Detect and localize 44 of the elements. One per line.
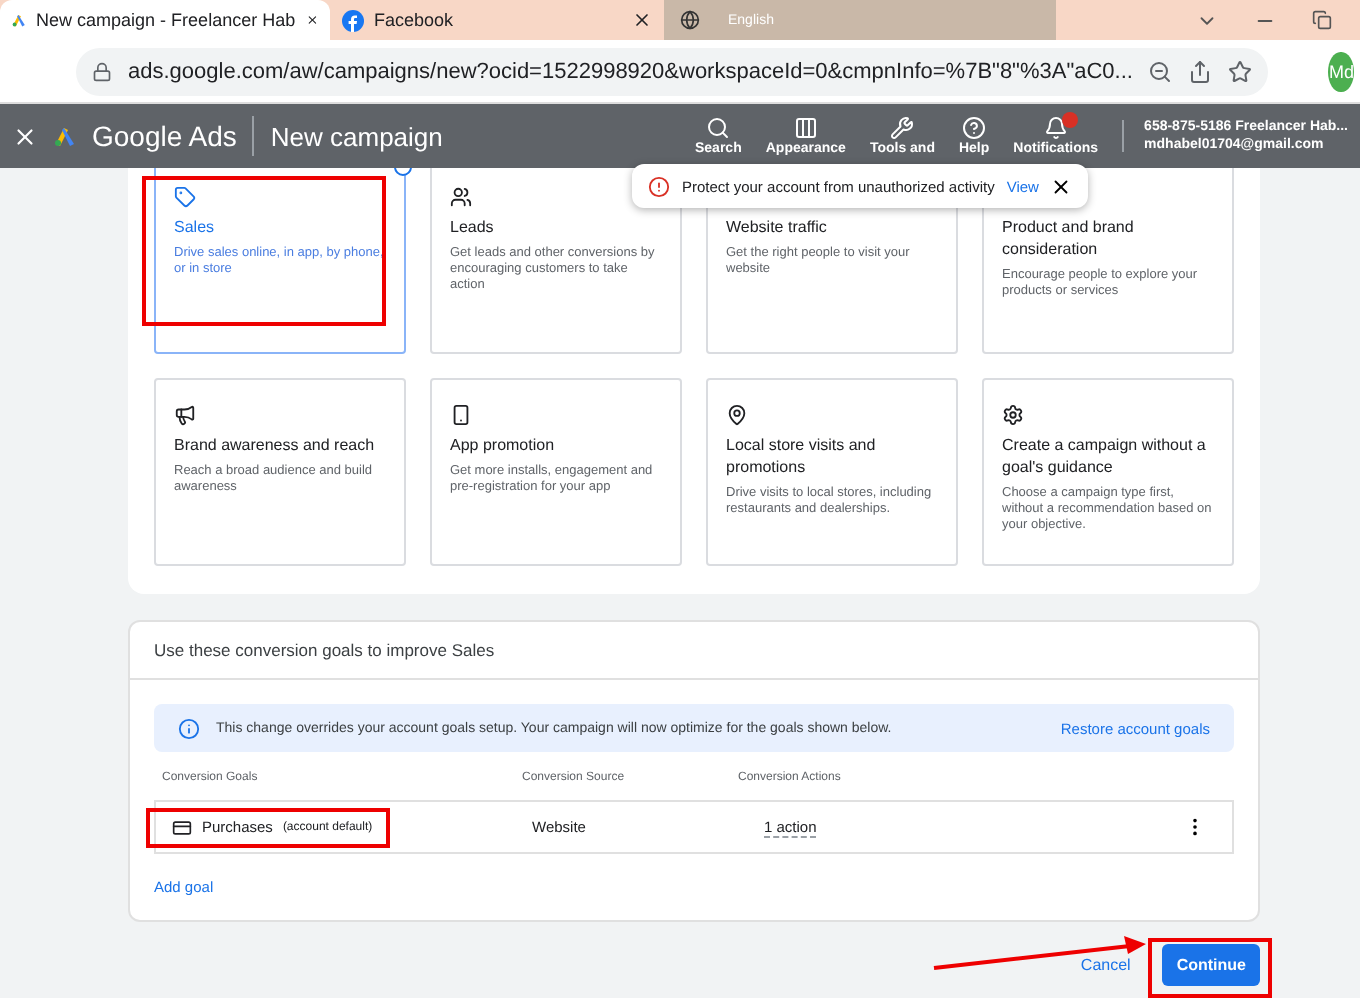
map-pin-icon [726, 404, 748, 426]
page-title: New campaign [270, 121, 443, 151]
gear-icon [1002, 404, 1024, 426]
columns-icon [793, 116, 818, 140]
address-field[interactable]: ads.google.com/aw/campaigns/new?ocid=1522998920&workspaceId=0&cmpnInfo=%7B"8"%3A"aC0... [76, 47, 1269, 95]
people-icon [450, 186, 472, 208]
close-icon[interactable] [305, 10, 318, 30]
highlight-box [1148, 938, 1272, 998]
phone-icon [450, 404, 472, 426]
zoom-out-icon[interactable] [1148, 59, 1173, 83]
cancel-button[interactable]: Cancel [1068, 954, 1143, 976]
continue-button[interactable]: Continue [1162, 944, 1260, 986]
alert-icon [648, 175, 670, 197]
close-icon[interactable] [12, 123, 38, 149]
star-icon[interactable] [1228, 59, 1253, 83]
objective-title: App promotion [450, 434, 557, 456]
globe-icon [680, 10, 700, 30]
megaphone-icon [174, 404, 196, 426]
tag-icon [174, 186, 196, 208]
ads-logo-icon [54, 126, 76, 146]
objective-title: Local store visits and promotions [726, 434, 878, 478]
help-icon [962, 116, 987, 140]
close-icon[interactable] [632, 10, 652, 30]
bell-icon [1043, 116, 1068, 140]
share-icon[interactable] [1188, 59, 1213, 83]
objective-title: Website traffic [726, 216, 829, 238]
restore-icon[interactable] [1312, 10, 1332, 30]
lock-icon [92, 61, 112, 81]
objective-title: Create a campaign without a goal's guidance [1002, 434, 1208, 478]
browser-tab[interactable]: Facebook [330, 0, 664, 40]
card-icon [172, 817, 192, 837]
product-name: Google Ads [92, 120, 237, 152]
ads-logo-icon [12, 10, 27, 30]
objective-title: Sales [174, 216, 217, 238]
wrench-icon [890, 116, 915, 140]
goals-title: Use these conversion goals to improve Sales [130, 622, 1258, 680]
objective-title: Leads [450, 216, 496, 238]
browser-tab[interactable]: New campaign - Freelancer Hab [0, 0, 330, 40]
info-icon [178, 717, 200, 739]
objective-title: Product and brand consideration [1002, 216, 1136, 260]
objective-title: Brand awareness and reach [174, 434, 377, 456]
facebook-logo-icon [342, 9, 364, 31]
search-icon [706, 116, 731, 140]
close-icon[interactable] [1050, 175, 1073, 197]
